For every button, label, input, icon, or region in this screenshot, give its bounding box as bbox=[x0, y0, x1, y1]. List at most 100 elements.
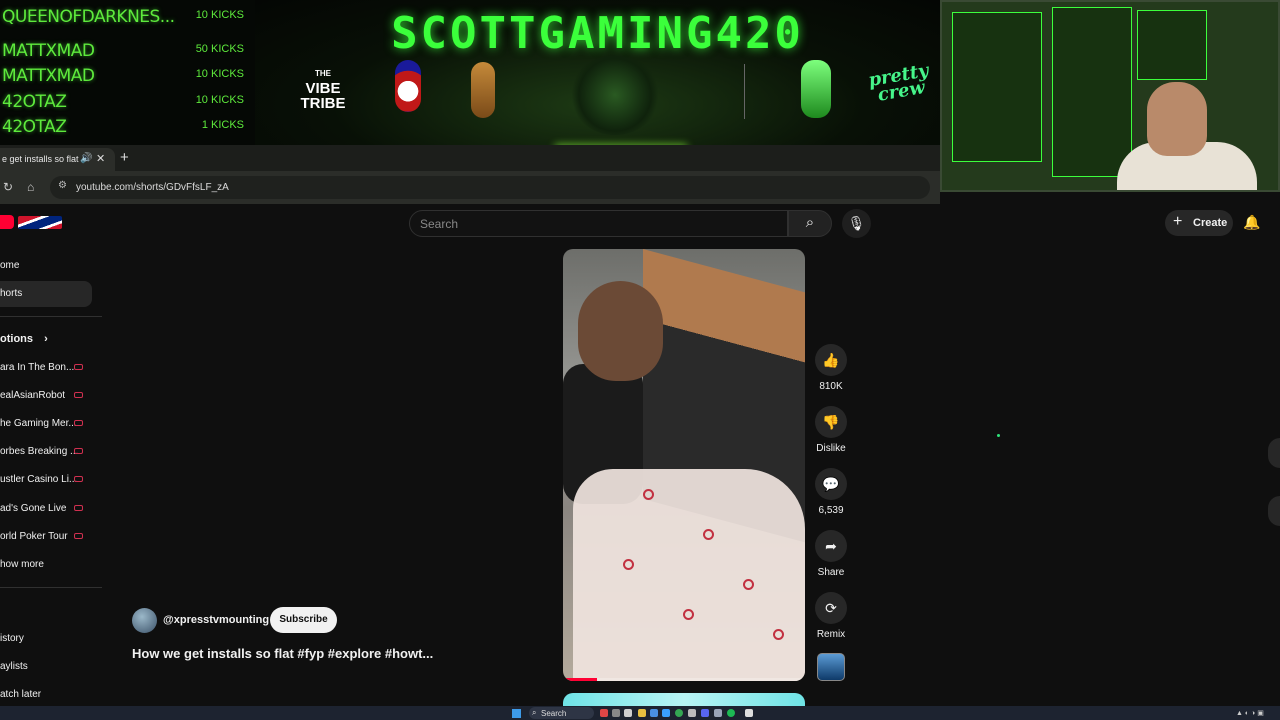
notifications-bell-icon[interactable]: 🔔 bbox=[1243, 214, 1260, 231]
kick-amount: 10 KICKS bbox=[195, 94, 244, 106]
audio-source-thumbnail[interactable] bbox=[817, 653, 845, 681]
kick-row: MATTXMAD 10 KICKS bbox=[0, 66, 250, 91]
speaker-icon[interactable]: 🔊 bbox=[80, 153, 92, 164]
windows-start-icon[interactable] bbox=[512, 709, 521, 718]
new-tab-button[interactable]: + bbox=[120, 149, 129, 166]
subscribe-button[interactable]: Subscribe bbox=[270, 607, 337, 633]
mouse-cursor bbox=[997, 434, 1000, 437]
bag-pattern-dot bbox=[703, 529, 714, 540]
sidebar-item-show-more[interactable]: how more bbox=[0, 552, 92, 578]
recent-kicks-list: QUEENOFDARKNES... 10 KICKS MATTXMAD 50 K… bbox=[0, 0, 255, 150]
kick-amount: 50 KICKS bbox=[195, 43, 244, 55]
youtube-logo[interactable] bbox=[0, 215, 14, 229]
kick-amount: 1 KICKS bbox=[201, 119, 244, 131]
vibe-tribe-logo: THE VIBE TRIBE bbox=[295, 66, 351, 111]
home-icon[interactable]: ⌂ bbox=[27, 180, 34, 194]
close-icon[interactable]: ✕ bbox=[96, 152, 105, 165]
sidebar-item-subscription[interactable]: ara In The Bon... bbox=[0, 355, 92, 381]
taskbar-app-icon[interactable] bbox=[612, 709, 620, 717]
bag-pattern-dot bbox=[623, 559, 634, 570]
vault-logo bbox=[471, 62, 495, 118]
sidebar-item-label: ome bbox=[0, 260, 20, 271]
sidebar-item-subscription[interactable]: ealAsianRobot bbox=[0, 383, 92, 409]
sidebar-item-label: orbes Breaking ... bbox=[0, 446, 79, 457]
sidebar-item-label: istory bbox=[0, 633, 24, 644]
create-button[interactable]: + Create bbox=[1165, 210, 1233, 236]
edge-browser-icon[interactable] bbox=[662, 709, 670, 717]
search-input[interactable] bbox=[420, 216, 770, 232]
video-scene-bag bbox=[573, 469, 805, 681]
mascot-logo bbox=[395, 60, 421, 112]
taskbar-app-icon[interactable] bbox=[600, 709, 608, 717]
sidebar-item-label: orld Poker Tour bbox=[0, 531, 68, 542]
kick-amount: 10 KICKS bbox=[195, 68, 244, 80]
kick-row: 42OTAZ 10 KICKS bbox=[0, 92, 250, 117]
remix-label: Remix bbox=[816, 629, 846, 640]
country-flag-logo[interactable] bbox=[18, 216, 62, 229]
taskbar-app-icon[interactable] bbox=[688, 709, 696, 717]
folder-icon[interactable] bbox=[638, 709, 646, 717]
live-icon bbox=[74, 476, 83, 482]
channel-name[interactable]: @xpresstvmounting bbox=[163, 614, 269, 626]
live-icon bbox=[74, 533, 83, 539]
next-short-button[interactable] bbox=[1268, 496, 1280, 526]
bag-pattern-dot bbox=[683, 609, 694, 620]
video-progress-fill bbox=[563, 678, 597, 681]
sidebar-item-subscription[interactable]: orbes Breaking ... bbox=[0, 439, 92, 465]
sidebar-item-home[interactable]: ome bbox=[0, 253, 92, 279]
sidebar-divider bbox=[0, 587, 102, 588]
banner-divider bbox=[744, 64, 745, 119]
sidebar-item-subscription[interactable]: he Gaming Mer... bbox=[0, 411, 92, 437]
voice-search-button[interactable]: 🎙 bbox=[842, 209, 871, 238]
vibe-tribe-small: THE bbox=[315, 69, 331, 78]
cam-person-head bbox=[1147, 82, 1207, 156]
taskbar-app-icon[interactable] bbox=[745, 709, 753, 717]
spotify-icon[interactable] bbox=[727, 709, 735, 717]
video-progress-bar[interactable] bbox=[563, 678, 805, 681]
previous-short-button[interactable] bbox=[1268, 438, 1280, 468]
site-settings-icon[interactable]: ⚙ bbox=[58, 180, 67, 191]
kick-name: 42OTAZ bbox=[2, 92, 67, 112]
sidebar-item-shorts[interactable]: horts bbox=[0, 281, 92, 307]
taskbar-search-label: Search bbox=[541, 709, 567, 718]
taskbar-search[interactable]: ⌕ Search bbox=[529, 707, 594, 719]
sidebar-item-subscription[interactable]: ustler Casino Li... bbox=[0, 467, 92, 493]
youtube-header: ⌕ 🎙 + Create 🔔 bbox=[0, 204, 1280, 244]
sidebar: ome horts otions › ara In The Bon... eal… bbox=[0, 244, 104, 720]
sidebar-item-subscription[interactable]: ad's Gone Live bbox=[0, 496, 92, 522]
tab-title: e get installs so flat bbox=[2, 154, 79, 164]
search-box[interactable] bbox=[409, 210, 788, 237]
taskbar-app-icon[interactable] bbox=[714, 709, 722, 717]
sidebar-item-label: he Gaming Mer... bbox=[0, 418, 77, 429]
cam-shelf bbox=[1137, 10, 1207, 80]
sidebar-item-label: ustler Casino Li... bbox=[0, 474, 78, 485]
sidebar-item-subscription[interactable]: orld Poker Tour bbox=[0, 524, 92, 550]
short-video-player[interactable] bbox=[563, 249, 805, 681]
plus-icon: + bbox=[1173, 213, 1183, 230]
sidebar-item-history[interactable]: istory bbox=[0, 626, 92, 652]
pretty-crew-logo: pretty crew bbox=[866, 60, 931, 106]
discord-icon[interactable] bbox=[701, 709, 709, 717]
channel-avatar[interactable] bbox=[132, 608, 157, 633]
kick-amount: 10 KICKS bbox=[195, 9, 244, 21]
browser-tab[interactable]: e get installs so flat 🔊 ✕ bbox=[0, 148, 115, 171]
sidebar-item-watch-later[interactable]: atch later bbox=[0, 682, 92, 708]
reload-icon[interactable]: ↻ bbox=[3, 180, 13, 194]
subscriptions-heading[interactable]: otions › bbox=[0, 333, 48, 345]
url-field[interactable]: ⚙ youtube.com/shorts/GDvFfsLF_zA bbox=[50, 176, 930, 199]
sidebar-divider bbox=[0, 316, 102, 317]
live-icon bbox=[74, 392, 83, 398]
kick-name: 42OTAZ bbox=[2, 117, 67, 137]
comment-count: 6,539 bbox=[818, 505, 844, 516]
next-short-preview[interactable] bbox=[563, 693, 805, 707]
taskbar-app-icon[interactable] bbox=[650, 709, 658, 717]
sidebar-item-playlists[interactable]: aylists bbox=[0, 654, 92, 680]
banner-orb-graphic bbox=[570, 55, 660, 135]
microphone-icon: 🎙 bbox=[847, 215, 866, 231]
system-tray[interactable]: ▲ ◐ ◑ ▣ bbox=[1236, 709, 1264, 717]
search-button[interactable]: ⌕ bbox=[788, 210, 832, 237]
short-title[interactable]: How we get installs so flat #fyp #explor… bbox=[132, 646, 433, 661]
search-icon: ⌕ bbox=[805, 214, 815, 231]
taskbar-app-icon[interactable] bbox=[624, 709, 632, 717]
chrome-icon[interactable] bbox=[675, 709, 683, 717]
